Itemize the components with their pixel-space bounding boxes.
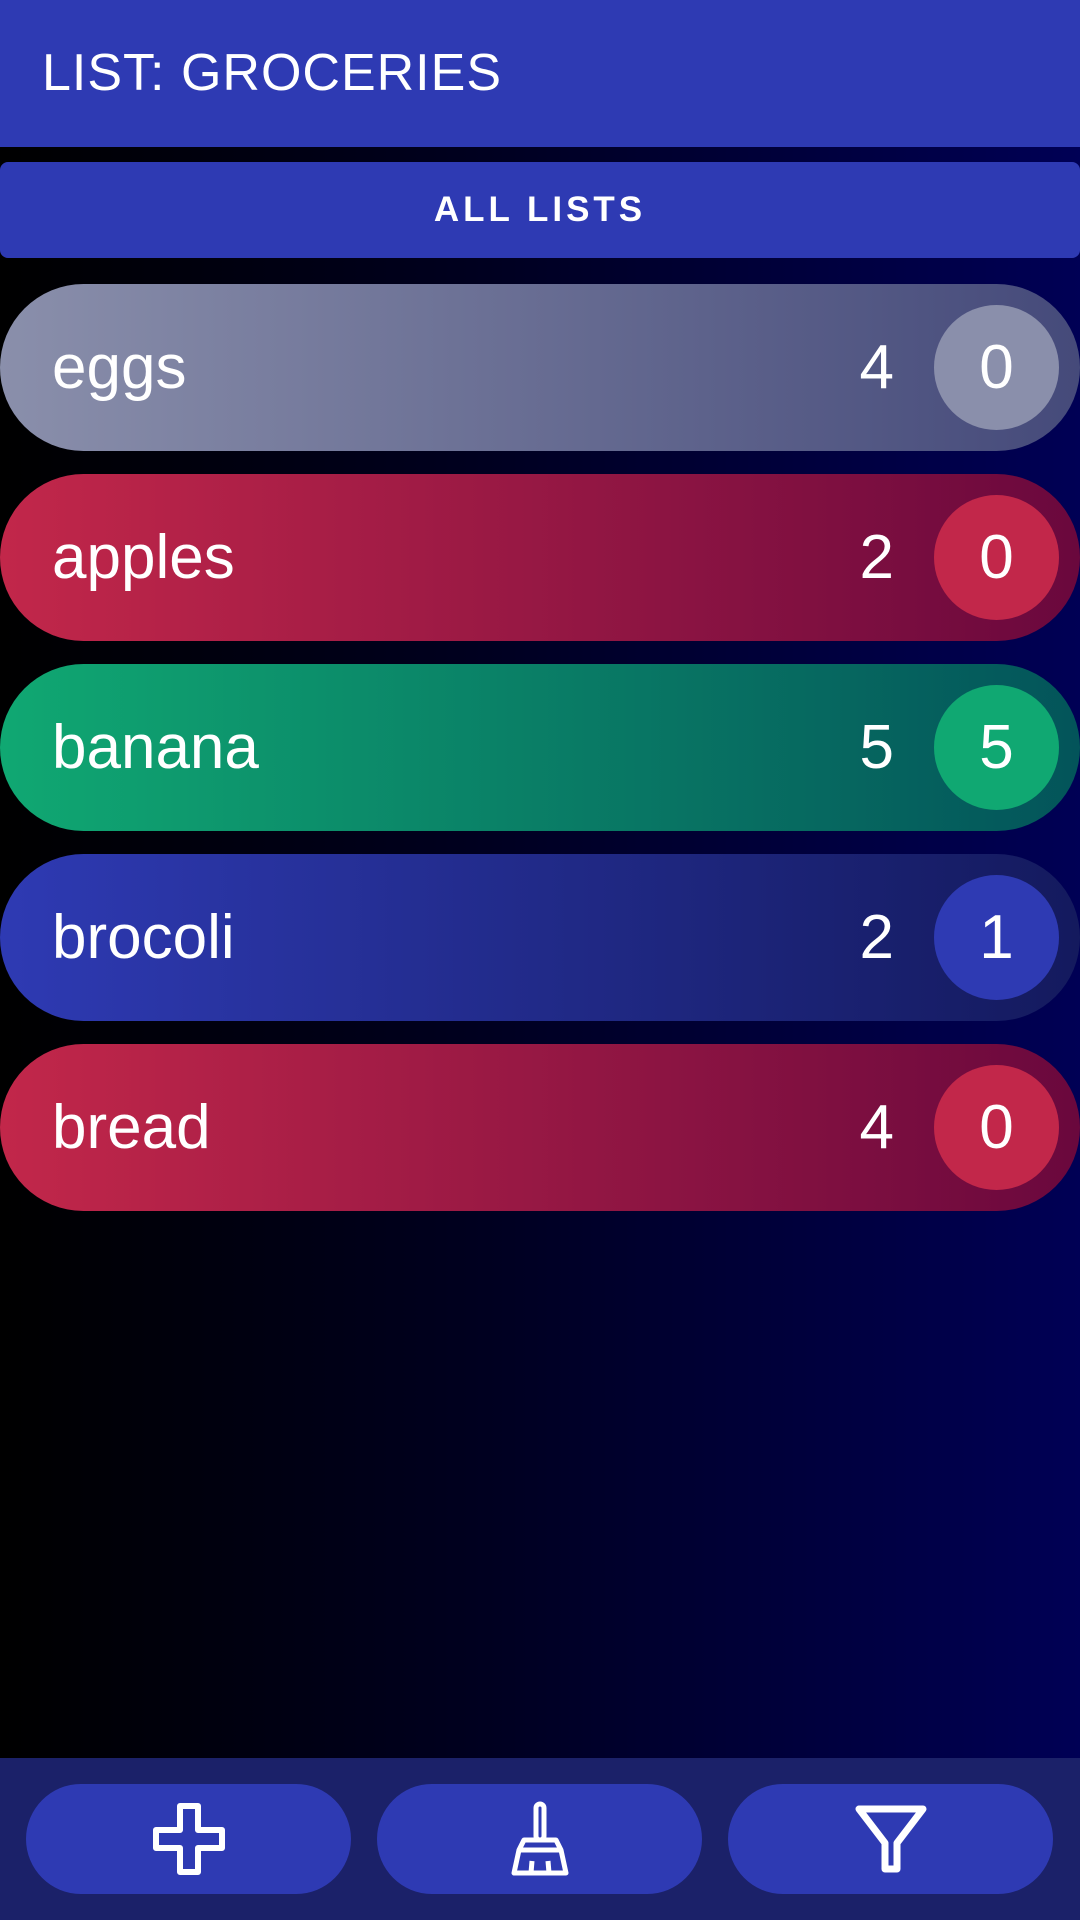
item-name: bread	[52, 1093, 211, 1162]
list-item-banana[interactable]: banana 5 5	[0, 664, 1080, 831]
list-item-brocoli[interactable]: brocoli 2 1	[0, 854, 1080, 1021]
item-quantity: 5	[859, 713, 894, 782]
item-checked-count[interactable]: 1	[934, 875, 1059, 1000]
clear-checked-button[interactable]	[377, 1784, 702, 1894]
page-title: LIST: GROCERIES	[42, 44, 502, 102]
list-item-eggs[interactable]: eggs 4 0	[0, 284, 1080, 451]
list-item-bread[interactable]: bread 4 0	[0, 1044, 1080, 1211]
item-name: banana	[52, 713, 259, 782]
item-checked-count[interactable]: 0	[934, 1065, 1059, 1190]
filter-icon	[855, 1803, 927, 1875]
app-bar: LIST: GROCERIES	[0, 0, 1080, 147]
broom-icon	[510, 1801, 570, 1877]
all-lists-button[interactable]: ALL LISTS	[0, 162, 1080, 258]
item-quantity: 2	[859, 523, 894, 592]
item-checked-count[interactable]: 0	[934, 495, 1059, 620]
grocery-list: eggs 4 0 apples 2 0 banana 5 5 brocoli 2…	[0, 284, 1080, 1234]
item-quantity: 2	[859, 903, 894, 972]
plus-icon	[151, 1801, 227, 1877]
item-name: apples	[52, 523, 235, 592]
item-name: eggs	[52, 333, 187, 402]
item-quantity: 4	[859, 333, 894, 402]
bottom-action-bar	[0, 1758, 1080, 1920]
filter-button[interactable]	[728, 1784, 1053, 1894]
item-name: brocoli	[52, 903, 235, 972]
item-checked-count[interactable]: 0	[934, 305, 1059, 430]
list-item-apples[interactable]: apples 2 0	[0, 474, 1080, 641]
item-quantity: 4	[859, 1093, 894, 1162]
add-item-button[interactable]	[26, 1784, 351, 1894]
item-checked-count[interactable]: 5	[934, 685, 1059, 810]
